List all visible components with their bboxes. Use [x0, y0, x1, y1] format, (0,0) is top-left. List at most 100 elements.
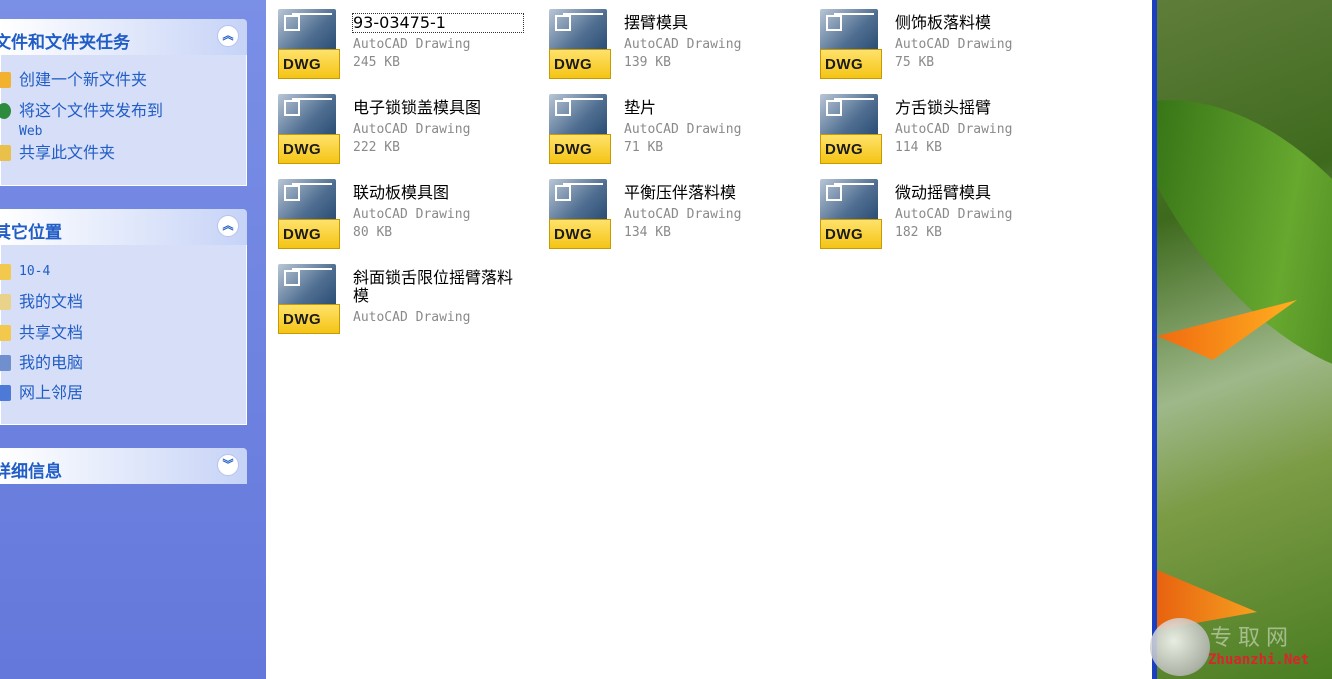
dwg-icon-bottom: DWG — [278, 49, 340, 79]
file-size: 245 KB — [353, 55, 400, 70]
dwg-icon-top — [278, 9, 336, 51]
task-label-line2: Web — [19, 124, 43, 139]
dwg-icon-top — [820, 94, 878, 136]
file-name[interactable]: 电子锁锁盖模具图 — [353, 99, 523, 117]
dwg-file-icon: DWG — [549, 179, 611, 251]
task-publish-web[interactable]: 将这个文件夹发布到 Web — [0, 101, 209, 141]
file-type: AutoCAD Drawing — [353, 207, 471, 222]
file-type: AutoCAD Drawing — [353, 122, 471, 137]
file-item[interactable]: DWG 方舌锁头摇臂 AutoCAD Drawing 114 KB — [808, 85, 1068, 165]
dwg-icon-line — [834, 98, 874, 100]
dwg-icon-bottom: DWG — [549, 134, 611, 164]
task-new-folder[interactable]: 创建一个新文件夹 — [0, 70, 209, 89]
dwg-file-icon: DWG — [278, 9, 340, 81]
dwg-icon-line — [292, 98, 332, 100]
new-folder-icon — [0, 72, 11, 88]
file-item[interactable]: DWG 电子锁锁盖模具图 AutoCAD Drawing 222 KB — [266, 85, 526, 165]
panel-body: 创建一个新文件夹 将这个文件夹发布到 Web 共享此文件夹 — [0, 55, 247, 186]
file-size: 71 KB — [624, 140, 664, 155]
task-label: 共享文档 — [19, 323, 84, 342]
dwg-file-icon: DWG — [820, 94, 882, 166]
file-item[interactable]: DWG 侧饰板落料模 AutoCAD Drawing 75 KB — [808, 0, 1068, 80]
dwg-icon-line — [563, 13, 603, 15]
file-folder-tasks-header[interactable]: 文件和文件夹任务 ︽ — [0, 19, 247, 55]
place-my-computer[interactable]: 我的电脑 — [0, 353, 209, 372]
dwg-icon-crosshair — [284, 15, 300, 31]
dwg-icon-crosshair — [555, 15, 571, 31]
other-places-header[interactable]: 其它位置 ︽ — [0, 209, 247, 245]
dwg-icon-bottom: DWG — [820, 219, 882, 249]
dwg-file-icon: DWG — [820, 9, 882, 81]
file-name[interactable]: 微动摇臂模具 — [895, 184, 1065, 202]
watermark: 专取网 Zhuanzhi.Net — [1150, 618, 1332, 679]
dwg-icon-bottom: DWG — [278, 304, 340, 334]
file-name[interactable]: 侧饰板落料模 — [895, 14, 1065, 32]
dwg-file-icon: DWG — [278, 179, 340, 251]
file-size: 182 KB — [895, 225, 942, 240]
my-documents-icon — [0, 294, 11, 310]
file-name[interactable]: 斜面锁舌限位摇臂落料模 — [353, 269, 523, 305]
file-size: 75 KB — [895, 55, 935, 70]
dwg-icon-label: DWG — [283, 56, 322, 73]
task-label: 网上邻居 — [19, 383, 84, 402]
file-folder-tasks-panel: 文件和文件夹任务 ︽ 创建一个新文件夹 将这个文件夹发布到 Web 共享此文件夹 — [0, 19, 247, 186]
dwg-icon-line — [292, 13, 332, 15]
task-share-folder[interactable]: 共享此文件夹 — [0, 143, 209, 162]
dwg-icon-top — [549, 179, 607, 221]
file-name[interactable]: 垫片 — [624, 99, 794, 117]
dwg-icon-crosshair — [826, 100, 842, 116]
place-10-4[interactable]: 10-4 — [0, 262, 209, 281]
task-label: 将这个文件夹发布到 Web — [19, 101, 209, 141]
dwg-file-icon: DWG — [820, 179, 882, 251]
details-header[interactable]: 详细信息 ︾ — [0, 448, 247, 484]
task-label-line1: 将这个文件夹发布到 — [19, 101, 164, 120]
dwg-icon-label: DWG — [825, 141, 864, 158]
file-item[interactable]: DWG 联动板模具图 AutoCAD Drawing 80 KB — [266, 170, 526, 250]
file-name[interactable]: 摆臂模具 — [624, 14, 794, 32]
network-places-icon — [0, 385, 11, 401]
file-name[interactable]: 联动板模具图 — [353, 184, 523, 202]
file-type: AutoCAD Drawing — [624, 37, 742, 52]
place-network-places[interactable]: 网上邻居 — [0, 383, 209, 402]
file-item[interactable]: DWG 微动摇臂模具 AutoCAD Drawing 182 KB — [808, 170, 1068, 250]
collapse-chevron-up-icon[interactable]: ︽ — [217, 215, 239, 237]
file-size: 139 KB — [624, 55, 671, 70]
share-folder-icon — [0, 145, 11, 161]
task-pane: 文件和文件夹任务 ︽ 创建一个新文件夹 将这个文件夹发布到 Web 共享此文件夹 — [0, 0, 266, 679]
folder-icon — [0, 264, 11, 280]
dwg-icon-label: DWG — [825, 56, 864, 73]
task-label: 10-4 — [19, 264, 51, 279]
place-shared-documents[interactable]: 共享文档 — [0, 323, 209, 342]
dwg-icon-top — [549, 94, 607, 136]
file-item[interactable]: DWG 93-03475-1 AutoCAD Drawing 245 KB — [266, 0, 526, 80]
dwg-icon-line — [563, 98, 603, 100]
dwg-icon-bottom: DWG — [820, 49, 882, 79]
file-type: AutoCAD Drawing — [353, 37, 471, 52]
file-name[interactable]: 平衡压伴落料模 — [624, 184, 794, 202]
desktop-wallpaper — [1157, 0, 1332, 679]
file-name[interactable]: 93-03475-1 — [352, 13, 524, 33]
dwg-icon-label: DWG — [554, 226, 593, 243]
file-name[interactable]: 方舌锁头摇臂 — [895, 99, 1065, 117]
dwg-icon-bottom: DWG — [278, 219, 340, 249]
watermark-text-cn: 专取网 — [1210, 626, 1295, 651]
dwg-icon-label: DWG — [554, 141, 593, 158]
file-size: 80 KB — [353, 225, 393, 240]
expand-chevron-down-icon[interactable]: ︾ — [217, 454, 239, 476]
dwg-file-icon: DWG — [549, 9, 611, 81]
dwg-icon-top — [549, 9, 607, 51]
file-item[interactable]: DWG 平衡压伴落料模 AutoCAD Drawing 134 KB — [537, 170, 797, 250]
dwg-icon-top — [278, 179, 336, 221]
file-item[interactable]: DWG 斜面锁舌限位摇臂落料模 AutoCAD Drawing — [266, 255, 526, 335]
dwg-icon-bottom: DWG — [549, 49, 611, 79]
publish-web-icon — [0, 103, 11, 119]
task-label: 共享此文件夹 — [19, 143, 116, 162]
file-item[interactable]: DWG 摆臂模具 AutoCAD Drawing 139 KB — [537, 0, 797, 80]
panel-title: 文件和文件夹任务 — [0, 33, 130, 53]
file-item[interactable]: DWG 垫片 AutoCAD Drawing 71 KB — [537, 85, 797, 165]
place-my-documents[interactable]: 我的文档 — [0, 292, 209, 311]
collapse-chevron-up-icon[interactable]: ︽ — [217, 25, 239, 47]
other-places-panel: 其它位置 ︽ 10-4 我的文档 共享文档 我的电脑 网上邻居 — [0, 209, 247, 425]
details-panel: 详细信息 ︾ — [0, 448, 247, 484]
file-size: 134 KB — [624, 225, 671, 240]
